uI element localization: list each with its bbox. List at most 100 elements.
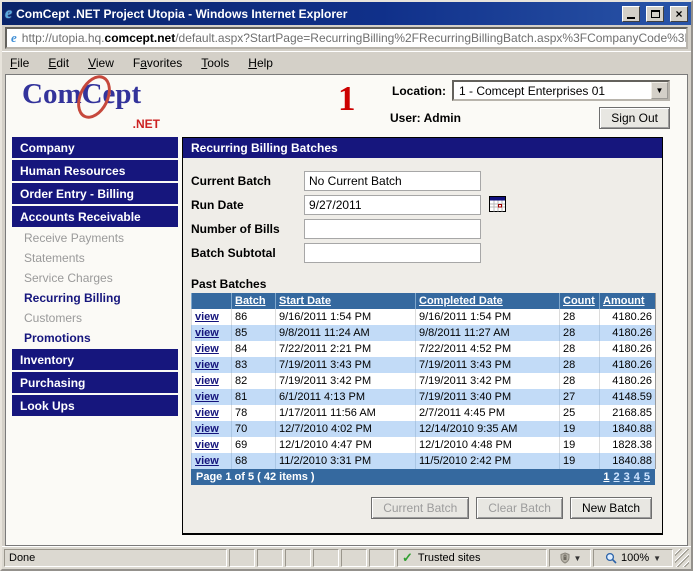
sidebar-item-accounts-receivable[interactable]: Accounts Receivable	[12, 206, 178, 227]
menu-item-file[interactable]: File	[10, 56, 29, 70]
view-link[interactable]: view	[195, 455, 219, 467]
sidebar-item-purchasing[interactable]: Purchasing	[12, 372, 178, 393]
completed-date-cell: 9/8/2011 11:27 AM	[416, 325, 560, 341]
sidebar-item-inventory[interactable]: Inventory	[12, 349, 178, 370]
sign-out-button[interactable]: Sign Out	[599, 107, 670, 129]
view-link[interactable]: view	[195, 343, 219, 355]
shield-icon	[559, 552, 571, 564]
address-bar: e http://utopia.hq.comcept.net/default.a…	[2, 25, 691, 52]
amount-cell: 4180.26	[600, 373, 656, 389]
batch-row: view6912/1/2010 4:47 PM12/1/2010 4:48 PM…	[192, 437, 656, 453]
sidebar-item-order-entry-billing[interactable]: Order Entry - Billing	[12, 183, 178, 204]
comcept-logo: ComCept .NET	[22, 79, 182, 133]
view-link[interactable]: view	[195, 391, 219, 403]
calendar-button[interactable]	[488, 196, 506, 213]
completed-date-cell: 7/19/2011 3:42 PM	[416, 373, 560, 389]
title-bar: e ComCept .NET Project Utopia - Windows …	[2, 2, 691, 25]
location-dropdown-button[interactable]: ▼	[651, 82, 668, 99]
batch-row: view837/19/2011 3:43 PM7/19/2011 3:43 PM…	[192, 357, 656, 373]
sidebar-item-promotions[interactable]: Promotions	[12, 329, 178, 347]
start-date-cell: 12/1/2010 4:47 PM	[276, 437, 416, 453]
start-date-cell: 12/7/2010 4:02 PM	[276, 421, 416, 437]
location-marker: 1	[338, 79, 356, 119]
column-header-batch[interactable]: Batch	[232, 293, 276, 309]
pager-pages: 12345	[599, 471, 650, 483]
column-header-amount[interactable]: Amount	[600, 293, 656, 309]
sidebar-item-customers[interactable]: Customers	[12, 309, 178, 327]
batch-number-cell: 84	[232, 341, 276, 357]
maximize-button[interactable]	[646, 6, 664, 22]
sidebar-item-recurring-billing[interactable]: Recurring Billing	[12, 289, 178, 307]
pager-page-link-2[interactable]: 2	[614, 471, 620, 483]
run-date-input[interactable]	[304, 195, 481, 215]
number-of-bills-input[interactable]	[304, 219, 481, 239]
status-pane	[313, 549, 339, 567]
batch-number-cell: 78	[232, 405, 276, 421]
completed-date-cell: 7/19/2011 3:40 PM	[416, 389, 560, 405]
amount-cell: 1840.88	[600, 453, 656, 469]
calendar-icon	[489, 196, 506, 212]
view-link[interactable]: view	[195, 311, 219, 323]
page-title: Recurring Billing Batches	[183, 138, 662, 158]
current-batch-input[interactable]	[304, 171, 481, 191]
ie-logo-icon: e	[5, 6, 12, 22]
close-button[interactable]: ×	[670, 6, 688, 22]
batch-subtotal-input[interactable]	[304, 243, 481, 263]
sidebar-item-human-resources[interactable]: Human Resources	[12, 160, 178, 181]
window-title: ComCept .NET Project Utopia - Windows In…	[16, 7, 616, 21]
view-link[interactable]: view	[195, 423, 219, 435]
address-input[interactable]: e http://utopia.hq.comcept.net/default.a…	[5, 27, 688, 49]
pager-page-link-4[interactable]: 4	[634, 471, 640, 483]
pager-page-link-5[interactable]: 5	[644, 471, 650, 483]
new-batch-button[interactable]: New Batch	[570, 497, 652, 519]
protected-mode-button[interactable]: ▼	[549, 549, 591, 567]
column-header-completed-date[interactable]: Completed Date	[416, 293, 560, 309]
sidebar-item-company[interactable]: Company	[12, 137, 178, 158]
minimize-button[interactable]	[622, 6, 640, 22]
amount-cell: 4148.59	[600, 389, 656, 405]
menu-item-help[interactable]: Help	[248, 56, 273, 70]
zoom-button[interactable]: 100% ▼	[593, 549, 673, 567]
form-row-run-date: Run Date	[191, 194, 662, 215]
current-batch-label: Current Batch	[191, 174, 304, 188]
view-link[interactable]: view	[195, 407, 219, 419]
batch-number-cell: 85	[232, 325, 276, 341]
location-select[interactable]: 1 - Comcept Enterprises 01 ▼	[452, 80, 670, 101]
sidebar-item-statements[interactable]: Statements	[12, 249, 178, 267]
batches-tbody: view869/16/2011 1:54 PM9/16/2011 1:54 PM…	[192, 309, 656, 469]
location-row: Location: 1 - Comcept Enterprises 01 ▼	[390, 80, 670, 101]
start-date-cell: 9/16/2011 1:54 PM	[276, 309, 416, 325]
menu-item-tools[interactable]: Tools	[201, 56, 229, 70]
batch-row: view847/22/2011 2:21 PM7/22/2011 4:52 PM…	[192, 341, 656, 357]
view-link[interactable]: view	[195, 439, 219, 451]
page-body: CompanyHuman ResourcesOrder Entry - Bill…	[6, 135, 687, 545]
menu-item-view[interactable]: View	[88, 56, 114, 70]
batch-row: view869/16/2011 1:54 PM9/16/2011 1:54 PM…	[192, 309, 656, 325]
pager-page-link-3[interactable]: 3	[624, 471, 630, 483]
view-cell: view	[192, 437, 232, 453]
view-link[interactable]: view	[195, 359, 219, 371]
menu-item-favorites[interactable]: Favorites	[133, 56, 182, 70]
sidebar-item-receive-payments[interactable]: Receive Payments	[12, 229, 178, 247]
menu-item-edit[interactable]: Edit	[48, 56, 69, 70]
view-cell: view	[192, 325, 232, 341]
url-prefix: http://utopia.hq.	[22, 31, 105, 45]
amount-cell: 4180.26	[600, 309, 656, 325]
view-link[interactable]: view	[195, 375, 219, 387]
sidebar-item-look-ups[interactable]: Look Ups	[12, 395, 178, 416]
number-of-bills-label: Number of Bills	[191, 222, 304, 236]
view-cell: view	[192, 341, 232, 357]
column-header-start-date[interactable]: Start Date	[276, 293, 416, 309]
column-header-count[interactable]: Count	[560, 293, 600, 309]
status-pane	[341, 549, 367, 567]
form-row-number-of-bills: Number of Bills	[191, 218, 662, 239]
batch-row: view6811/2/2010 3:31 PM11/5/2010 2:42 PM…	[192, 453, 656, 469]
view-cell: view	[192, 453, 232, 469]
view-cell: view	[192, 309, 232, 325]
resize-grip[interactable]	[675, 549, 689, 567]
sidebar-item-service-charges[interactable]: Service Charges	[12, 269, 178, 287]
batch-row: view859/8/2011 11:24 AM9/8/2011 11:27 AM…	[192, 325, 656, 341]
view-link[interactable]: view	[195, 327, 219, 339]
sidebar-nav: CompanyHuman ResourcesOrder Entry - Bill…	[12, 137, 178, 545]
maximize-icon	[651, 10, 660, 18]
